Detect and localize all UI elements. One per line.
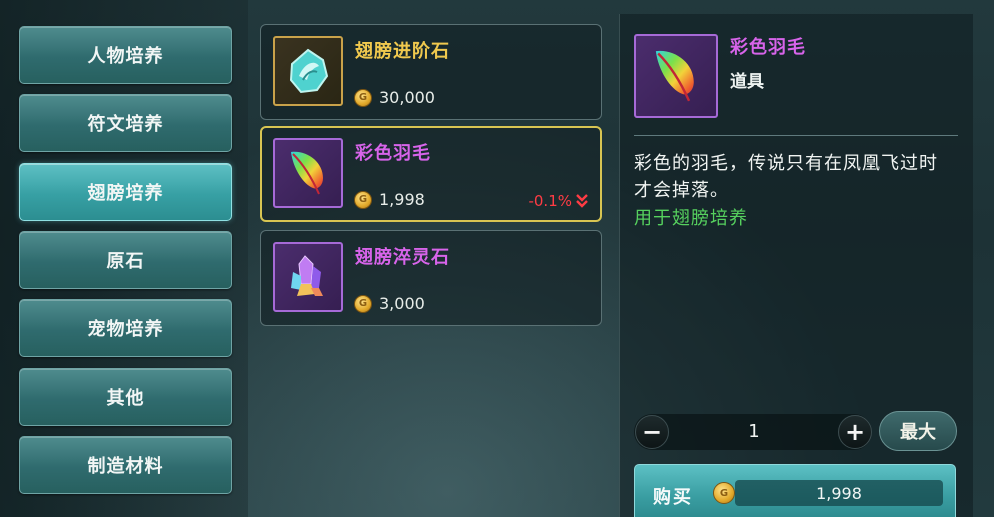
quantity-value: 1 [748,421,760,442]
item-name: 翅膀淬灵石 [355,247,450,268]
price-change: -0.1% [528,192,588,210]
category-wings[interactable]: 翅膀培养 [19,163,232,221]
price-row: G 3,000 [354,294,425,313]
max-quantity-button[interactable]: 最大 [879,411,957,451]
item-card-crystal-stone[interactable]: 翅膀淬灵石 G 3,000 [260,230,602,326]
buy-total-price: 1,998 [816,484,862,503]
price-change-value: -0.1% [528,192,572,210]
plus-icon: + [844,418,866,446]
category-other[interactable]: 其他 [19,368,232,426]
detail-item-type: 道具 [730,72,764,92]
item-name: 彩色羽毛 [355,143,431,164]
gold-coin-icon: G [713,482,735,504]
item-price: 3,000 [379,294,425,313]
category-raw-stone[interactable]: 原石 [19,231,232,289]
category-rune[interactable]: 符文培养 [19,94,232,152]
detail-description: 彩色的羽毛，传说只有在凤凰飞过时才会掉落。 [634,153,938,201]
detail-item-name: 彩色羽毛 [730,37,806,58]
double-chevron-down-icon [576,194,588,208]
buy-button[interactable]: 购买 G 1,998 [634,464,956,517]
detail-usage: 用于翅膀培养 [634,208,748,229]
gold-coin-icon: G [354,88,372,107]
gold-coin-icon: G [354,294,372,313]
category-crafting[interactable]: 制造材料 [19,436,232,494]
price-row: G 1,998 [354,190,425,209]
gold-coin-icon: G [354,190,372,209]
category-character[interactable]: 人物培养 [19,26,232,84]
item-name: 翅膀进阶石 [355,41,450,62]
crystal-cluster-icon [273,242,343,312]
increase-quantity-button[interactable]: + [838,415,872,449]
decrease-quantity-button[interactable]: − [635,415,669,449]
item-price: 30,000 [379,88,435,107]
item-card-rainbow-feather[interactable]: 彩色羽毛 G 1,998 -0.1% [260,126,602,222]
minus-icon: − [641,418,663,446]
item-card-wing-stone[interactable]: 翅膀进阶石 G 30,000 [260,24,602,120]
item-price: 1,998 [379,190,425,209]
wing-stone-icon [273,36,343,106]
divider [634,135,958,136]
price-row: G 30,000 [354,88,435,107]
buy-label: 购买 [653,487,693,508]
rainbow-feather-icon [634,34,718,118]
category-panel: 人物培养 符文培养 翅膀培养 原石 宠物培养 其他 制造材料 [0,0,248,517]
category-pet[interactable]: 宠物培养 [19,299,232,357]
rainbow-feather-icon [273,138,343,208]
